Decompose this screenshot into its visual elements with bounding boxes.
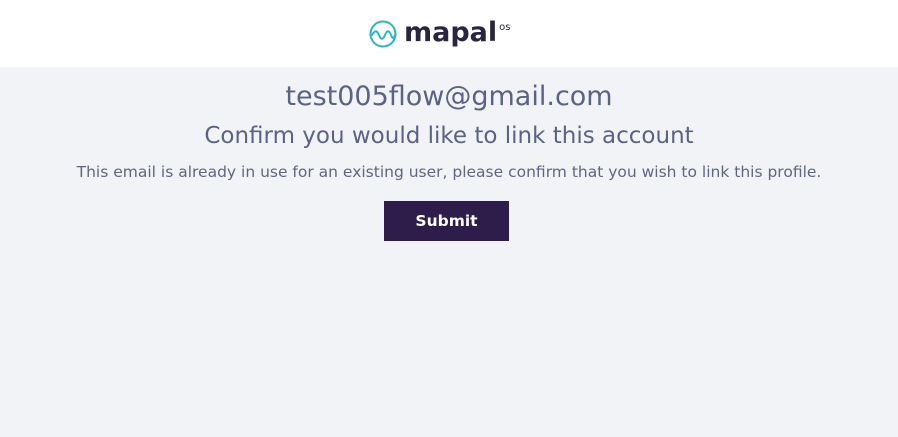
main-content: test005flow@gmail.com Confirm you would … bbox=[0, 67, 898, 437]
mapal-logo[interactable]: mapal os bbox=[368, 18, 510, 50]
page-description: This email is already in use for an exis… bbox=[76, 163, 822, 181]
logo-wordmark: mapal bbox=[404, 17, 498, 48]
top-bar: mapal os bbox=[0, 0, 898, 67]
mapal-wave-icon bbox=[369, 20, 397, 48]
submit-button[interactable]: Submit bbox=[384, 201, 509, 241]
account-email: test005flow@gmail.com bbox=[285, 81, 613, 112]
logo-suffix: os bbox=[499, 22, 511, 33]
page-title: Confirm you would like to link this acco… bbox=[204, 123, 694, 149]
